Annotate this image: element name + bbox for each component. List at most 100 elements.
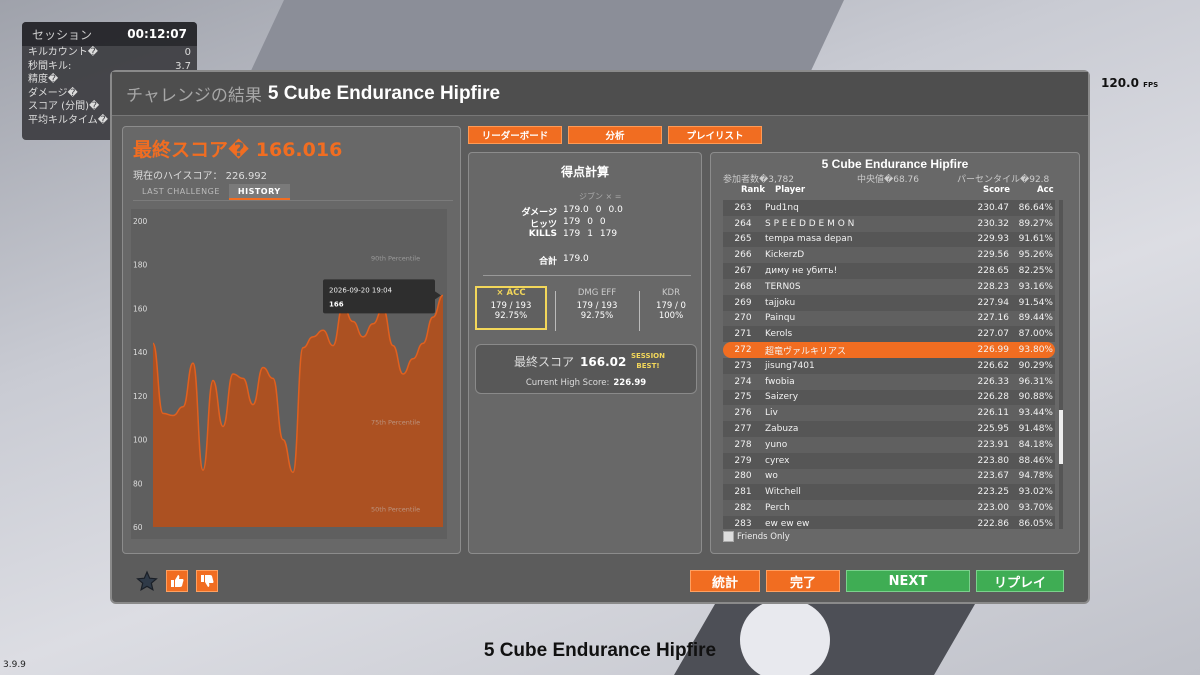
calc-row-kills: KILLS 179 1 179 (515, 229, 624, 239)
acc-cell: 90.88% (1018, 392, 1053, 403)
leaderboard-row[interactable]: 273 jisung7401 226.62 90.29% (723, 357, 1055, 374)
scrollbar-thumb[interactable] (1059, 410, 1063, 464)
acc-cell: 96.31% (1018, 376, 1053, 387)
participant-count: 参加者数�3,782 (723, 175, 794, 185)
current-high-score-line: Current High Score: 226.99 (476, 378, 696, 388)
session-stat-label: スコア (分間)� (28, 101, 100, 112)
results-label: チャレンジの結果 (126, 86, 262, 106)
player-cell: cyrex (765, 455, 790, 466)
friends-only-checkbox[interactable] (723, 531, 734, 542)
acc-cell: 93.16% (1018, 281, 1053, 292)
leaderboard-row[interactable]: 276 Liv 226.11 93.44% (723, 405, 1055, 422)
leaderboard-row-current-player[interactable]: 272 超竜ヴァルキリアス 226.99 93.80% (723, 342, 1055, 358)
player-cell: Liv (765, 408, 778, 419)
rank-cell: 274 (734, 376, 752, 387)
analysis-button[interactable]: 分析 (568, 126, 662, 144)
acc-cell: 93.02% (1018, 487, 1053, 498)
leaderboard-row[interactable]: 269 tajjoku 227.94 91.54% (723, 294, 1055, 311)
rank-cell: 264 (734, 218, 752, 229)
player-cell: wo (765, 471, 778, 482)
leaderboard-row[interactable]: 274 fwobia 226.33 96.31% (723, 373, 1055, 390)
leaderboard-row[interactable]: 263 Pud1nq 230.47 86.64% (723, 200, 1055, 216)
acc-cell: 89.44% (1018, 313, 1053, 324)
session-stat-label: 精度� (28, 74, 59, 85)
fps-unit: FPS (1143, 81, 1159, 89)
favorite-button[interactable] (136, 570, 158, 592)
friends-only-toggle[interactable]: Friends Only (723, 531, 790, 542)
percentile-label: 90th Percentile (371, 254, 420, 262)
final-score-box: 最終スコア 166.02 SESSION BEST! Current High S… (475, 344, 697, 394)
leaderboard-row[interactable]: 283 ew ew ew 222.86 86.05% (723, 515, 1055, 529)
fps-counter: 120.0 FPS (1101, 76, 1158, 90)
leaderboard-row[interactable]: 277 Zabuza 225.95 91.48% (723, 421, 1055, 437)
stat-line: 179 / 0 (656, 301, 686, 311)
tab-history[interactable]: HISTORY (228, 184, 290, 200)
acc-cell: 95.26% (1018, 250, 1053, 261)
percentile-label: 75th Percentile (371, 418, 420, 426)
scenario-name: 5 Cube Endurance Hipfire (267, 82, 501, 104)
score-cell: 228.23 (977, 281, 1010, 292)
leaderboard-row[interactable]: 267 диму не убить! 228.65 82.25% (723, 263, 1055, 279)
acc-cell: 84.18% (1018, 439, 1053, 450)
score-calculation-panel: 得点計算 ジブン × = ダメージ 179.0 0 0.0 ヒッツ 179 0 … (468, 152, 702, 554)
divider (555, 291, 556, 331)
player-cell: Zabuza (765, 424, 799, 435)
leaderboard-row[interactable]: 280 wo 223.67 94.78% (723, 468, 1055, 485)
score-cell: 223.67 (977, 471, 1010, 482)
col-score[interactable]: Score (983, 185, 1010, 195)
leaderboard-row[interactable]: 279 cyrex 223.80 88.46% (723, 452, 1055, 469)
player-cell: fwobia (765, 376, 795, 387)
leaderboard-row[interactable]: 282 Perch 223.00 93.70% (723, 500, 1055, 516)
session-stat-label: キルカウント� (28, 47, 98, 58)
scrollbar[interactable] (1059, 200, 1063, 529)
rank-cell: 276 (734, 408, 752, 419)
stats-button[interactable]: 統計 (690, 570, 760, 592)
rank-cell: 282 (734, 503, 752, 514)
like-button[interactable] (166, 570, 188, 592)
leaderboard-list[interactable]: 263 Pud1nq 230.47 86.64% 264 S P E E D D E M … (723, 200, 1055, 529)
next-button[interactable]: NEXT (846, 570, 970, 592)
session-time: 00:12:07 (127, 27, 187, 41)
replay-button[interactable]: リプレイ (976, 570, 1064, 592)
calc-total-label: 合計 (538, 257, 557, 267)
done-button[interactable]: 完了 (766, 570, 840, 592)
percentile: パーセンタイル�92.8 (957, 175, 1050, 185)
tab-last-challenge[interactable]: LAST CHALLENGE (133, 184, 229, 200)
dislike-button[interactable] (196, 570, 218, 592)
score-cell: 223.00 (977, 503, 1010, 514)
leaderboard-row[interactable]: 275 Saizery 226.28 90.88% (723, 389, 1055, 406)
player-cell: yuno (765, 439, 788, 450)
score-cell: 227.16 (977, 313, 1010, 324)
median-score: 中央値�68.76 (857, 175, 919, 185)
leaderboard-button[interactable]: リーダーボード (468, 126, 562, 144)
rank-cell: 283 (734, 518, 752, 529)
calc-title: 得点計算 (560, 165, 609, 179)
leaderboard-row[interactable]: 264 S P E E D D E M O N 230.32 89.27% (723, 215, 1055, 232)
y-tick-label: 140 (133, 348, 148, 357)
window-title: チャレンジの結果 5 Cube Endurance Hipfire (112, 72, 1088, 116)
y-tick-label: 200 (133, 217, 148, 226)
tooltip-date: 2026-09-20 19:04 (329, 286, 393, 294)
acc-cell: 90.29% (1018, 360, 1053, 371)
col-rank[interactable]: Rank (741, 185, 765, 195)
leaderboard-row[interactable]: 265 tempa masa depan 229.93 91.61% (723, 231, 1055, 248)
rank-cell: 263 (734, 202, 752, 213)
leaderboard-row[interactable]: 268 TERN0S 228.23 93.16% (723, 278, 1055, 295)
col-acc[interactable]: Acc (1037, 185, 1054, 195)
final-score-line: 最終スコア 166.02 (514, 353, 626, 370)
player-cell: jisung7401 (765, 360, 815, 371)
calc-value: 1 (587, 229, 593, 239)
rank-cell: 269 (734, 297, 752, 308)
rank-cell: 273 (734, 360, 752, 371)
calc-label: KILLS (528, 229, 557, 239)
playlist-button[interactable]: プレイリスト (668, 126, 762, 144)
leaderboard-row[interactable]: 281 Witchell 223.25 93.02% (723, 484, 1055, 501)
leaderboard-row[interactable]: 278 yuno 223.91 84.18% (723, 436, 1055, 453)
leaderboard-row[interactable]: 266 KickerzD 229.56 95.26% (723, 247, 1055, 264)
leaderboard-row[interactable]: 270 Painqu 227.16 89.44% (723, 310, 1055, 327)
acc-cell: 93.70% (1018, 503, 1053, 514)
col-player[interactable]: Player (775, 185, 805, 195)
player-cell: KickerzD (765, 250, 805, 261)
leaderboard-row[interactable]: 271 Kerols 227.07 87.00% (723, 326, 1055, 343)
player-cell: S P E E D D E M O N (765, 218, 855, 229)
